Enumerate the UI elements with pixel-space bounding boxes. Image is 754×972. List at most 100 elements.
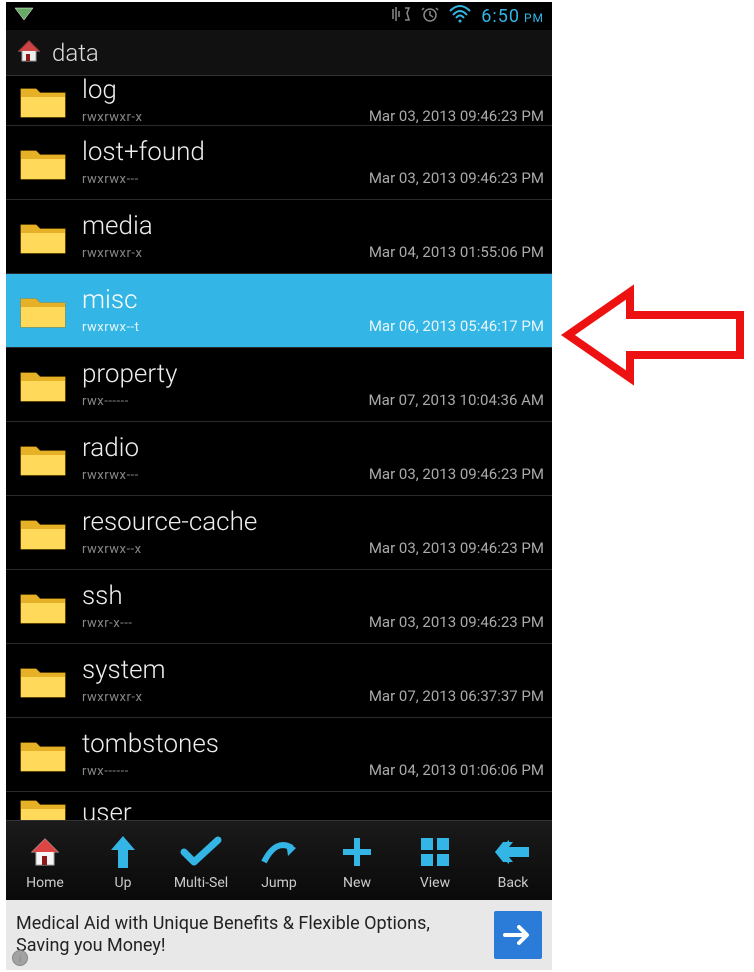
folder-icon bbox=[14, 291, 72, 331]
file-name: system bbox=[82, 656, 544, 685]
file-name: radio bbox=[82, 434, 544, 463]
file-row-tombstones[interactable]: tombstones rwx------ Mar 04, 2013 01:06:06… bbox=[6, 718, 552, 792]
file-date: Mar 03, 2013 09:46:23 PM bbox=[369, 107, 544, 125]
file-info: resource-cache rwxrwx--x Mar 03, 2013 09:4… bbox=[82, 508, 544, 557]
file-permissions: rwxrwxr-x bbox=[82, 690, 142, 705]
ad-banner[interactable]: Medical Aid with Unique Benefits & Flexi… bbox=[6, 900, 552, 970]
file-info: lost+found rwxrwx--- Mar 03, 2013 09:46:23… bbox=[82, 138, 544, 187]
file-row-property[interactable]: property rwx------ Mar 07, 2013 10:04:36 A… bbox=[6, 348, 552, 422]
file-date: Mar 07, 2013 06:37:37 PM bbox=[369, 687, 544, 705]
file-row-system[interactable]: system rwxrwxr-x Mar 07, 2013 06:37:37 PM bbox=[6, 644, 552, 718]
grid-icon bbox=[417, 831, 453, 873]
file-list[interactable]: logrwxrwxr-xMar 03, 2013 09:46:23 PMlost… bbox=[6, 76, 552, 820]
folder-icon bbox=[14, 365, 72, 405]
folder-icon bbox=[14, 439, 72, 479]
file-row-misc[interactable]: misc rwxrwx--t Mar 06, 2013 05:46:17 PM bbox=[6, 274, 552, 348]
bottom-toolbar: Home Up Multi-Sel Jump New View Back bbox=[6, 820, 552, 900]
wifi-icon bbox=[449, 5, 471, 27]
plus-icon bbox=[339, 831, 375, 873]
file-date: Mar 03, 2013 09:46:23 PM bbox=[369, 465, 544, 483]
file-info: ssh rwxr-x--- Mar 03, 2013 09:46:23 PM bbox=[82, 582, 544, 631]
folder-icon bbox=[14, 661, 72, 701]
tether-icon bbox=[14, 7, 34, 25]
file-date: Mar 04, 2013 01:55:06 PM bbox=[369, 243, 544, 261]
file-row-resource-cache[interactable]: resource-cache rwxrwx--x Mar 03, 2013 09:4… bbox=[6, 496, 552, 570]
home-button[interactable]: Home bbox=[9, 831, 81, 891]
file-permissions: rwxr-x--- bbox=[82, 616, 132, 631]
file-name: media bbox=[82, 212, 544, 241]
annotation-arrow bbox=[560, 280, 750, 394]
file-name: log bbox=[82, 76, 544, 105]
file-row-media[interactable]: media rwxrwxr-x Mar 04, 2013 01:55:06 PM bbox=[6, 200, 552, 274]
file-name: misc bbox=[82, 286, 544, 315]
multisel-button[interactable]: Multi-Sel bbox=[165, 831, 237, 891]
file-row-radio[interactable]: radio rwxrwx--- Mar 03, 2013 09:46:23 PM bbox=[6, 422, 552, 496]
toolbar-label: Jump bbox=[261, 875, 297, 891]
file-permissions: rwxrwxr-x bbox=[82, 246, 142, 261]
status-bar: 6:50 PM bbox=[6, 2, 552, 30]
file-row-ssh[interactable]: ssh rwxr-x--- Mar 03, 2013 09:46:23 PM bbox=[6, 570, 552, 644]
file-permissions: rwxrwx--t bbox=[82, 320, 139, 335]
up-button[interactable]: Up bbox=[87, 831, 159, 891]
file-row-lost+found[interactable]: lost+found rwxrwx--- Mar 03, 2013 09:46:23… bbox=[6, 126, 552, 200]
file-date: Mar 03, 2013 09:46:23 PM bbox=[369, 539, 544, 557]
ad-arrow-button[interactable] bbox=[494, 911, 542, 959]
folder-icon bbox=[14, 81, 72, 121]
file-permissions: rwxrwx--- bbox=[82, 172, 139, 187]
toolbar-label: Up bbox=[115, 875, 132, 891]
file-date: Mar 06, 2013 05:46:17 PM bbox=[369, 317, 544, 335]
file-date: Mar 04, 2013 01:06:06 PM bbox=[369, 761, 544, 779]
toolbar-label: New bbox=[343, 875, 371, 891]
folder-icon bbox=[14, 793, 72, 820]
file-name: tombstones bbox=[82, 730, 544, 759]
alarm-icon bbox=[421, 5, 439, 27]
file-permissions: rwx------ bbox=[82, 764, 129, 779]
vibrate-icon bbox=[391, 5, 411, 27]
toolbar-label: View bbox=[420, 875, 450, 891]
file-info: media rwxrwxr-x Mar 04, 2013 01:55:06 PM bbox=[82, 212, 544, 261]
file-info: tombstones rwx------ Mar 04, 2013 01:06:06… bbox=[82, 730, 544, 779]
folder-icon bbox=[14, 217, 72, 257]
file-name: user bbox=[82, 799, 544, 820]
file-name: ssh bbox=[82, 582, 544, 611]
file-date: Mar 07, 2013 10:04:36 AM bbox=[369, 391, 544, 409]
file-permissions: rwx------ bbox=[82, 394, 129, 409]
file-name: resource-cache bbox=[82, 508, 544, 537]
folder-icon bbox=[14, 587, 72, 627]
file-info: misc rwxrwx--t Mar 06, 2013 05:46:17 PM bbox=[82, 286, 544, 335]
file-permissions: rwxrwx--x bbox=[82, 542, 142, 557]
jump-button[interactable]: Jump bbox=[243, 831, 315, 891]
folder-icon bbox=[14, 735, 72, 775]
file-info: log rwxrwxr-x Mar 03, 2013 09:46:23 PM bbox=[82, 76, 544, 125]
status-clock: 6:50 PM bbox=[481, 6, 544, 27]
toolbar-label: Home bbox=[26, 875, 64, 891]
folder-icon bbox=[14, 143, 72, 183]
file-info: system rwxrwxr-x Mar 07, 2013 06:37:37 PM bbox=[82, 656, 544, 705]
new-button[interactable]: New bbox=[321, 831, 393, 891]
phone-frame: 6:50 PM data log rwxrwxr-x Mar 03, 2013 09… bbox=[6, 2, 552, 970]
file-name: lost+found bbox=[82, 138, 544, 167]
file-row-user[interactable]: user bbox=[6, 792, 552, 820]
path-bar[interactable]: data bbox=[6, 30, 552, 76]
jump-arrow-icon bbox=[258, 831, 300, 873]
file-name: property bbox=[82, 360, 544, 389]
check-icon bbox=[180, 831, 222, 873]
file-date: Mar 03, 2013 09:46:23 PM bbox=[369, 613, 544, 631]
file-permissions: rwxrwxr-x bbox=[82, 110, 142, 125]
back-button[interactable]: Back bbox=[477, 831, 549, 891]
back-arrow-icon bbox=[493, 831, 533, 873]
ad-info-icon[interactable]: i bbox=[12, 950, 28, 966]
file-permissions: rwxrwx--- bbox=[82, 468, 139, 483]
home-icon bbox=[27, 831, 63, 873]
view-button[interactable]: View bbox=[399, 831, 471, 891]
home-icon bbox=[16, 38, 42, 68]
ad-text: Medical Aid with Unique Benefits & Flexi… bbox=[16, 913, 484, 958]
file-row-log[interactable]: log rwxrwxr-x Mar 03, 2013 09:46:23 PM bbox=[6, 76, 552, 126]
file-date: Mar 03, 2013 09:46:23 PM bbox=[369, 169, 544, 187]
toolbar-label: Multi-Sel bbox=[174, 875, 228, 891]
file-info: property rwx------ Mar 07, 2013 10:04:36 A… bbox=[82, 360, 544, 409]
file-info: user bbox=[82, 799, 544, 820]
folder-icon bbox=[14, 513, 72, 553]
toolbar-label: Back bbox=[498, 875, 529, 891]
path-label: data bbox=[52, 39, 99, 67]
